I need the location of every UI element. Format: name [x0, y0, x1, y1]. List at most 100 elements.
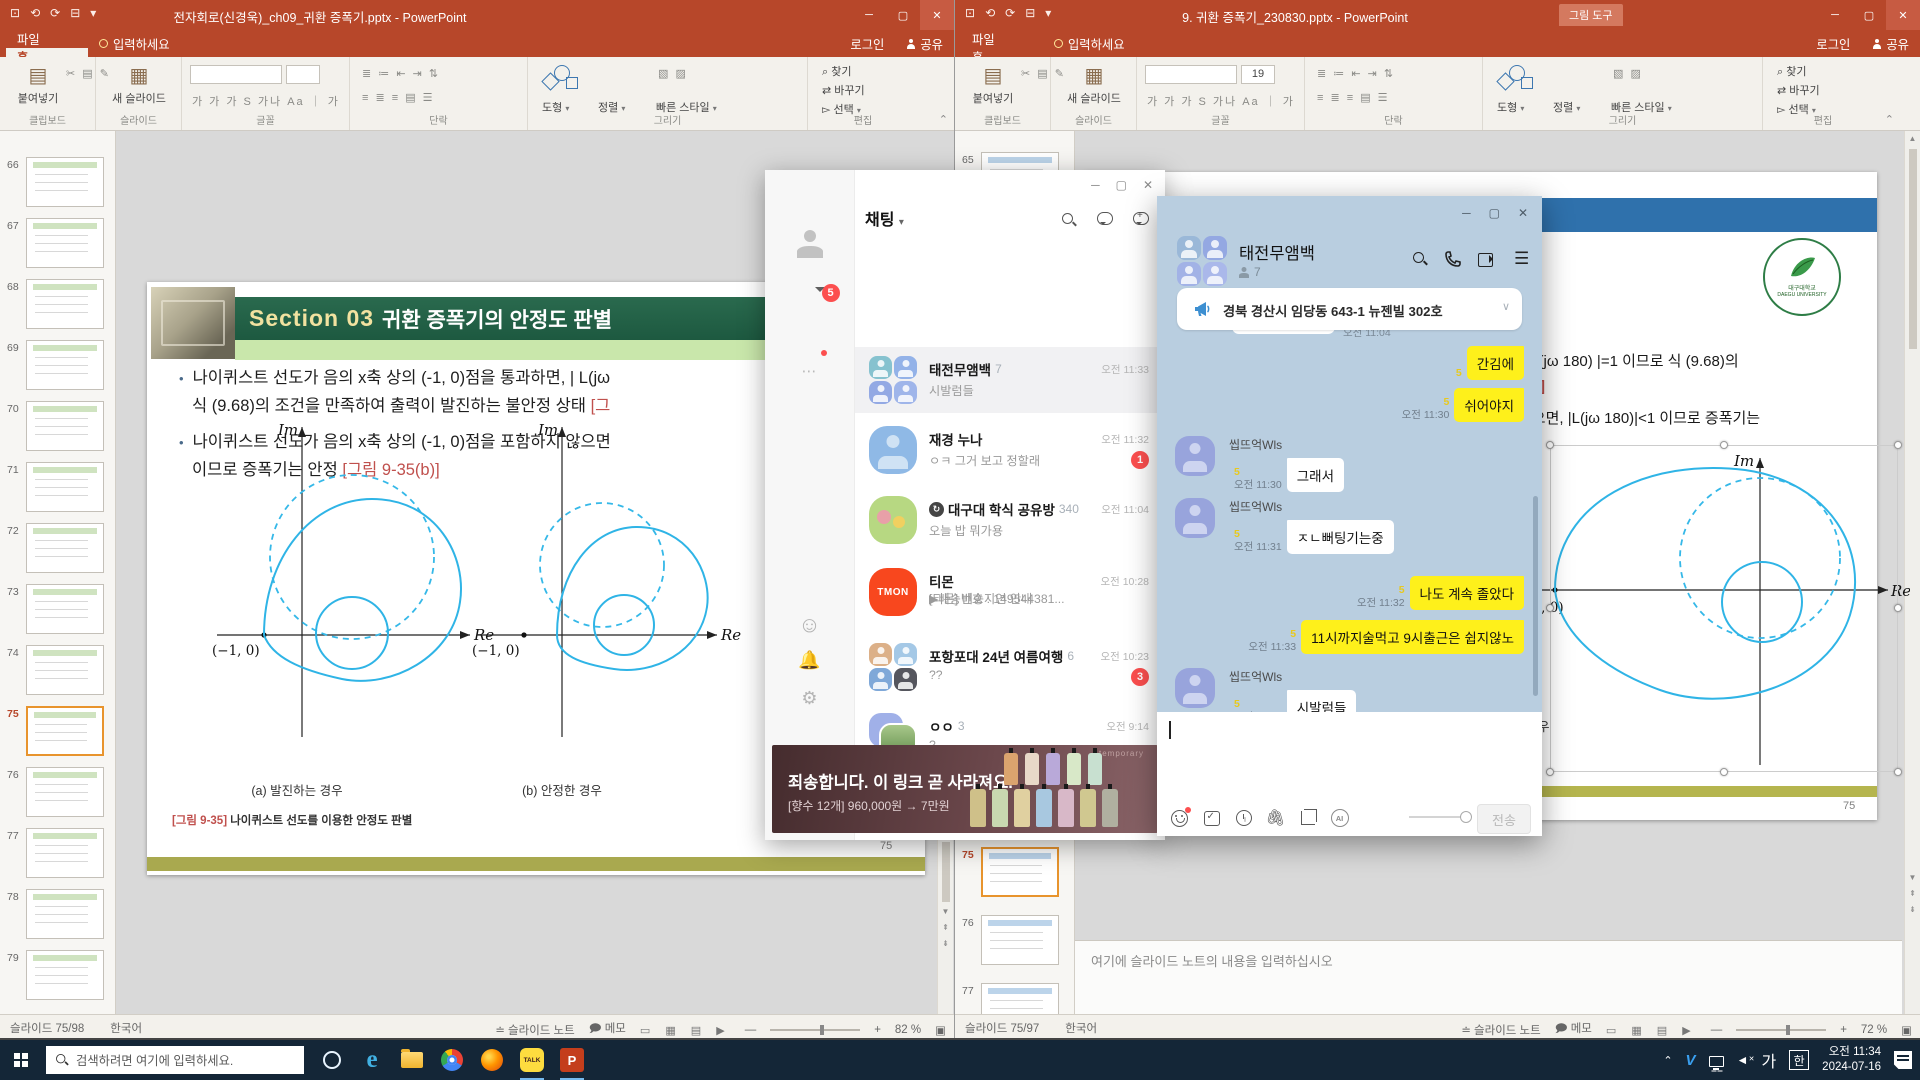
chat-scrollbar[interactable]: [1533, 496, 1538, 696]
slide-thumbnail[interactable]: 77: [0, 826, 115, 884]
login-button[interactable]: 로그인: [839, 30, 895, 57]
capture-crop-icon[interactable]: [1298, 809, 1317, 828]
slide-thumbnail[interactable]: 76: [0, 765, 115, 823]
slide-thumbnail[interactable]: 74: [0, 643, 115, 701]
fit-to-window-icon[interactable]: ▣: [935, 1023, 946, 1037]
reserved-message-icon[interactable]: [1234, 809, 1253, 828]
cortana-icon[interactable]: [312, 1040, 352, 1080]
maximize-button[interactable]: ▢: [886, 0, 920, 30]
kakaotalk-icon[interactable]: TALK: [512, 1040, 552, 1080]
maximize-button[interactable]: ▢: [1489, 206, 1500, 220]
login-button[interactable]: 로그인: [1805, 30, 1861, 57]
ai-icon[interactable]: AI: [1330, 809, 1349, 828]
notes-toggle[interactable]: ≐ 슬라이드 노트: [1461, 1022, 1541, 1038]
list-indent-buttons[interactable]: ≣ ≔ ⇤ ⇥ ⇅: [1317, 67, 1395, 80]
minimize-button[interactable]: ─: [1818, 0, 1852, 30]
fit-to-window-icon[interactable]: ▣: [1901, 1023, 1912, 1037]
slideshow-icon[interactable]: ⊟: [1025, 6, 1035, 20]
chat-list-item[interactable]: ↻ 재경 누나 ㅇㅋ 그거 보고 정할래 오전 11:32 1: [855, 417, 1165, 483]
qat-dropdown-icon[interactable]: ▾: [1045, 6, 1051, 20]
page-title[interactable]: 채팅 ▾: [865, 206, 904, 230]
video-call-icon[interactable]: [1478, 253, 1497, 265]
slide-thumbnail[interactable]: 78: [0, 887, 115, 945]
paste-button[interactable]: ▤붙여넣기: [10, 63, 66, 106]
zoom-level[interactable]: 82 %: [895, 1024, 921, 1036]
slide-thumbnail[interactable]: 68: [0, 277, 115, 335]
collapse-ribbon-icon[interactable]: ⌃: [939, 113, 948, 126]
slide-scrollbar[interactable]: ▼ ⇞ ⇟: [937, 840, 953, 1014]
new-slide-button[interactable]: ▦새 슬라이드: [1059, 63, 1129, 106]
font-name-input[interactable]: [190, 65, 282, 84]
qat-dropdown-icon[interactable]: ▾: [90, 6, 96, 20]
slide-thumbnail[interactable]: 72: [0, 521, 115, 579]
send-button[interactable]: 전송: [1477, 804, 1531, 834]
emoticon-icon[interactable]: ☺: [798, 612, 820, 638]
font-style-buttons[interactable]: 가 가 가 S 가나 Aa ｜ 가: [192, 93, 340, 109]
share-button[interactable]: 공유: [895, 30, 954, 57]
font-size-slider[interactable]: [1409, 816, 1467, 818]
align-buttons[interactable]: ≡ ≣ ≡ ▤ ☰: [362, 91, 435, 104]
close-button[interactable]: ✕: [920, 0, 954, 30]
volume-muted-icon[interactable]: ◄: [1737, 1053, 1749, 1067]
selection-handle[interactable]: [1546, 768, 1554, 776]
selection-handle[interactable]: [1546, 604, 1554, 612]
ribbon-tab[interactable]: 파일: [6, 30, 88, 48]
sender-avatar[interactable]: [1175, 668, 1215, 708]
notes-pane[interactable]: 여기에 슬라이드 노트의 내용을 입력하십시오: [1075, 940, 1902, 1014]
selection-handle[interactable]: [1720, 441, 1728, 449]
zoom-out-button[interactable]: —: [1711, 1024, 1723, 1036]
slide-thumbnail[interactable]: 77: [955, 981, 1074, 1014]
paste-button[interactable]: ▤붙여넣기: [965, 63, 1021, 106]
memo-toggle[interactable]: 🗩 메모: [589, 1020, 626, 1038]
list-indent-buttons[interactable]: ≣ ≔ ⇤ ⇥ ⇅: [362, 67, 440, 80]
next-slide-icon[interactable]: ⇟: [938, 936, 953, 952]
undo-icon[interactable]: ⟲: [30, 6, 40, 20]
redo-icon[interactable]: ⟳: [50, 6, 60, 20]
schedule-icon[interactable]: [1202, 809, 1221, 828]
selection-handle[interactable]: [1546, 441, 1554, 449]
slide-thumbnail[interactable]: 67: [0, 216, 115, 274]
view-buttons[interactable]: ▭ ▦ ▤ ▶: [640, 1024, 731, 1037]
close-button[interactable]: ✕: [1886, 0, 1920, 30]
chat-filter-icon[interactable]: [1097, 212, 1113, 225]
style-swatches[interactable]: ▧ ▨: [658, 67, 688, 80]
replace-button[interactable]: ⇄ 바꾸기: [1777, 82, 1820, 98]
taskbar-clock[interactable]: 오전 11:34 2024-07-16: [1822, 1045, 1881, 1075]
hidden-icons-chevron[interactable]: ⌃: [1663, 1054, 1672, 1067]
powerpoint-icon[interactable]: P: [552, 1040, 592, 1080]
previous-slide-icon[interactable]: ⇞: [938, 920, 953, 936]
align-buttons[interactable]: ≡ ≣ ≡ ▤ ☰: [1317, 91, 1390, 104]
selection-handle[interactable]: [1720, 768, 1728, 776]
font-style-buttons[interactable]: 가 가 가 S 가나 Aa ｜ 가: [1147, 93, 1295, 109]
voice-call-icon[interactable]: [1445, 251, 1461, 267]
chat-list-item[interactable]: TMON ↻ 티몬 [티몬] 배송지연 안내 ▶배송번호 : 149544381…: [855, 559, 1165, 633]
sender-avatar[interactable]: [1175, 498, 1215, 538]
scroll-down-icon[interactable]: ▼: [938, 904, 953, 920]
emoticon-icon[interactable]: [1170, 809, 1189, 828]
selection-handle[interactable]: [1894, 441, 1902, 449]
more-tab-icon[interactable]: ⋯: [802, 362, 818, 380]
slide-thumbnail[interactable]: 69: [0, 338, 115, 396]
font-size-input[interactable]: 19: [1241, 65, 1275, 84]
zoom-in-button[interactable]: +: [874, 1024, 881, 1036]
font-size-input[interactable]: [286, 65, 320, 84]
find-button[interactable]: ⌕ 찾기: [822, 63, 851, 79]
shapes-gallery-icon[interactable]: [540, 65, 580, 95]
slideshow-icon[interactable]: ⊟: [70, 6, 80, 20]
edge-icon[interactable]: e: [352, 1040, 392, 1080]
message-input-area[interactable]: 🖇 AI 전송: [1157, 712, 1542, 836]
next-slide-icon[interactable]: ⇟: [1905, 902, 1920, 918]
chevron-down-icon[interactable]: ∨: [1502, 300, 1510, 313]
notes-toggle[interactable]: ≐ 슬라이드 노트: [495, 1022, 575, 1038]
font-name-input[interactable]: [1145, 65, 1237, 84]
zoom-out-button[interactable]: —: [745, 1024, 757, 1036]
taskbar-search-input[interactable]: 검색하려면 여기에 입력하세요.: [46, 1046, 304, 1074]
v3-antivirus-icon[interactable]: V: [1686, 1052, 1696, 1069]
undo-icon[interactable]: ⟲: [985, 6, 995, 20]
slide-thumbnail[interactable]: 79: [0, 948, 115, 1006]
ime-korean-indicator[interactable]: 한: [1789, 1050, 1809, 1070]
minimize-button[interactable]: ─: [852, 0, 886, 30]
save-icon[interactable]: ⊡: [10, 6, 20, 20]
minimize-button[interactable]: ─: [1462, 206, 1471, 220]
chat-list-item[interactable]: ↻ 대구대 학식 공유방 340 오늘 밥 뭐가용 오전 11:04: [855, 487, 1165, 553]
